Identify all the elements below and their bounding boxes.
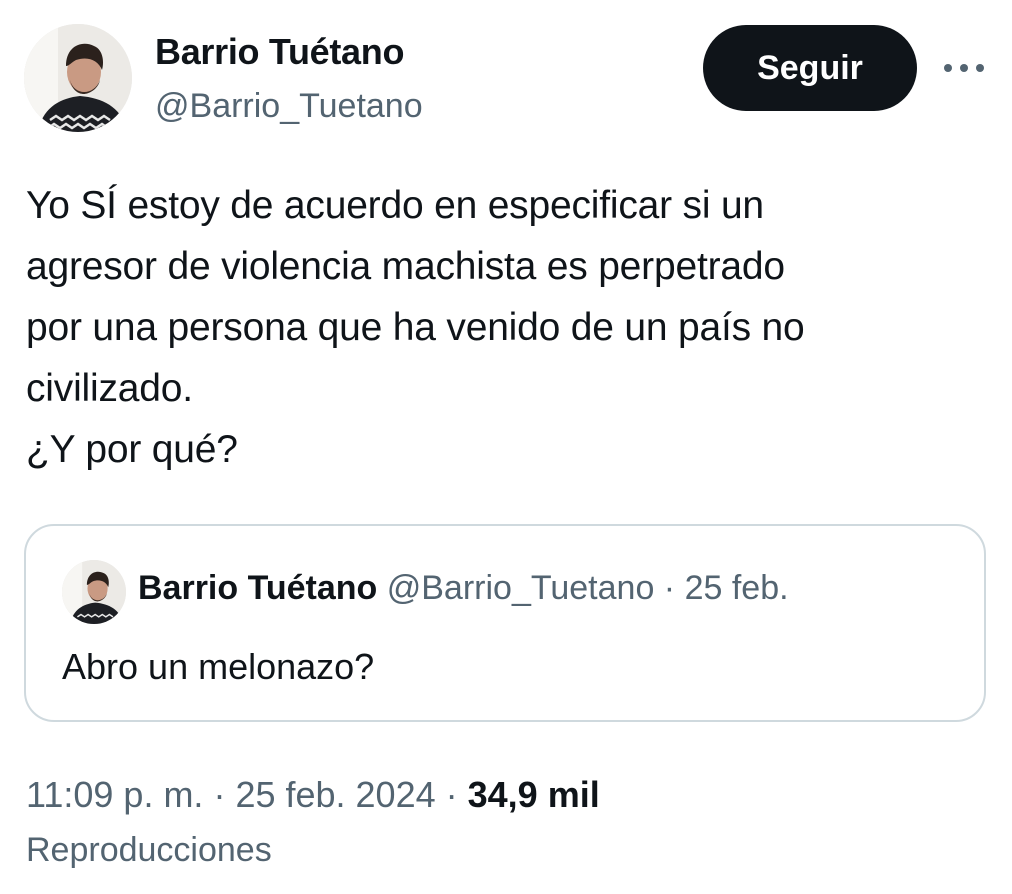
quoted-tweet-date[interactable]: 25 feb. — [685, 569, 789, 607]
author-avatar[interactable] — [24, 24, 132, 132]
tweet-date[interactable]: 25 feb. 2024 — [235, 774, 435, 815]
more-options-button[interactable] — [940, 52, 988, 84]
tweet-text: Yo SÍ estoy de acuerdo en especificar si… — [26, 184, 805, 471]
meta-separator: · — [203, 774, 236, 815]
views-count: 34,9 mil — [467, 774, 600, 815]
tweet-card: Barrio Tuétano @Barrio_Tuetano Seguir Yo… — [0, 0, 1012, 894]
meta-separator: · — [435, 774, 468, 815]
avatar-image — [62, 560, 126, 624]
tweet-meta: 11:09 p. m. · 25 feb. 2024 · 34,9 mil — [26, 774, 600, 816]
quoted-tweet-text: Abro un melonazo? — [62, 646, 375, 687]
more-horizontal-icon — [944, 64, 984, 72]
author-display-name[interactable]: Barrio Tuétano — [155, 32, 404, 72]
avatar-image — [24, 24, 132, 132]
follow-button[interactable]: Seguir — [703, 25, 917, 111]
views-label: Reproducciones — [26, 831, 272, 869]
quoted-author-display-name[interactable]: Barrio Tuétano — [138, 569, 377, 607]
quoted-tweet-header: Barrio Tuétano @Barrio_Tuetano · 25 feb. — [138, 568, 789, 608]
quoted-author-handle[interactable]: @Barrio_Tuetano — [387, 569, 655, 607]
tweet-time[interactable]: 11:09 p. m. — [26, 774, 203, 815]
author-handle[interactable]: @Barrio_Tuetano — [155, 86, 423, 126]
quoted-separator: · — [654, 569, 685, 607]
quoted-tweet[interactable]: Barrio Tuétano @Barrio_Tuetano · 25 feb.… — [24, 524, 986, 722]
quoted-author-avatar[interactable] — [62, 560, 126, 624]
